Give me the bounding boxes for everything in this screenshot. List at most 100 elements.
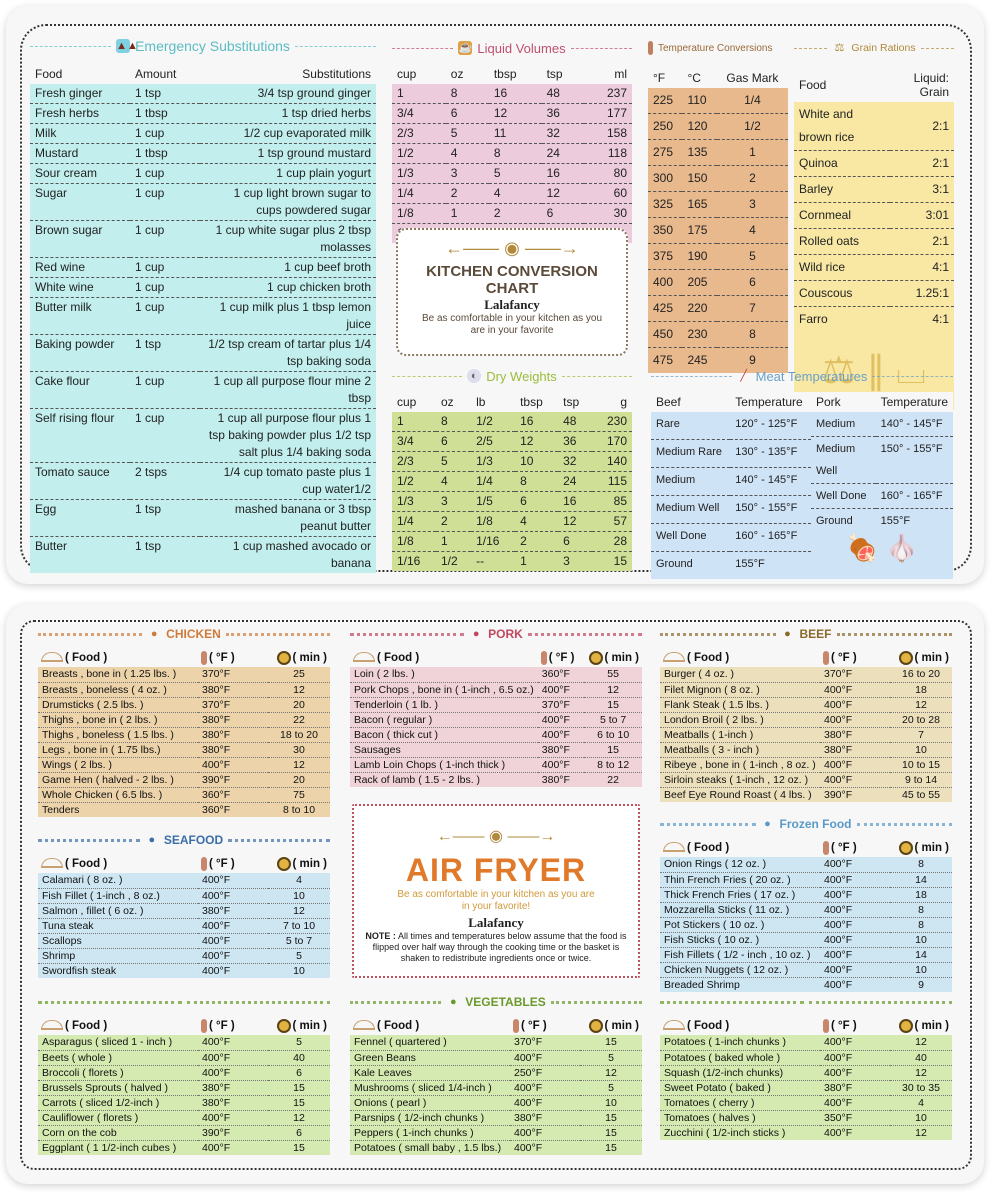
table-cell: 2	[515, 531, 559, 552]
table-cell: 5	[435, 451, 472, 472]
table-row: Tuna steak 400°F 7 to 10	[38, 918, 330, 934]
temp-cell: 400°F	[820, 887, 890, 903]
table-cell: 1.25:1	[890, 280, 954, 307]
table-cell: 48	[541, 84, 584, 104]
temp-cell: 360°F	[537, 667, 585, 683]
food-cell: Thighs , bone in ( 2 lbs. )	[38, 712, 198, 728]
column-header: °F	[653, 71, 666, 85]
table-cell: Well Done	[651, 523, 731, 553]
table-cell: 1/4	[471, 471, 516, 492]
table-cell: 2	[716, 165, 788, 192]
table-row: Legs , bone in ( 1.75 lbs.) 380°F 30	[38, 742, 330, 758]
table-cell: 375	[648, 243, 683, 270]
food-cell: Scallops	[38, 933, 198, 949]
food-cell: Breasts , boneless ( 4 oz. )	[38, 682, 198, 698]
table-cell: 110	[682, 88, 717, 114]
time-cell: 22	[607, 773, 619, 786]
table-cell: Wild rice	[794, 254, 891, 281]
table-row: White and brown rice 2:1	[794, 102, 954, 151]
thermometer-icon	[201, 650, 207, 665]
table-cell: 165	[682, 191, 717, 218]
food-cell: Pork Chops , bone in ( 1-inch , 6.5 oz.)	[350, 682, 538, 698]
temp-cell: 380°F	[541, 773, 570, 786]
section-title-text: VEGETABLES	[465, 995, 546, 1009]
time-cell: 8 to 10	[282, 803, 316, 816]
col-food: Food	[35, 67, 63, 81]
table-row: Meatballs ( 1-inch ) 380°F 7	[660, 727, 952, 743]
food-cell: Chicken Nuggets ( 12 oz. )	[660, 962, 820, 978]
table-row: 450 230 8	[648, 321, 788, 348]
table-cell: 1/5	[471, 491, 516, 512]
cloche-icon	[663, 842, 685, 853]
column-header: Pork	[816, 395, 841, 409]
kitchen-tagline: Be as comfortable in your kitchen as you…	[421, 313, 603, 336]
col-amount: Amount	[135, 67, 177, 81]
food-cell: Bacon ( thick cut )	[350, 727, 538, 743]
table-row: Kale Leaves 250°F 12	[350, 1065, 642, 1081]
table-cell: 225	[648, 88, 683, 114]
temp-cell: 400°F	[514, 1141, 543, 1154]
timer-icon	[588, 650, 603, 665]
section-title-text: CHICKEN	[166, 627, 221, 641]
table-row: Mushrooms ( sliced 1/4-inch ) 400°F 5	[350, 1080, 642, 1096]
food-cell: Onions ( pearl )	[350, 1095, 510, 1111]
temp-cell: 400°F	[820, 962, 890, 978]
table-cell: 2	[445, 183, 489, 204]
timer-icon	[276, 856, 291, 871]
table-row: Whole Chicken ( 6.5 lbs. ) 360°F 75	[38, 787, 330, 803]
table-row: Scallops 400°F 5 to 7	[38, 933, 330, 949]
table-cell: 4:1	[890, 254, 954, 281]
temp-header-text: ( °F )	[209, 1019, 235, 1032]
temp-cell: 400°F	[510, 1125, 580, 1141]
table-cell: 140° - 145°F	[730, 467, 811, 496]
column-header: cup	[397, 395, 417, 409]
table-cell: 150	[682, 165, 717, 192]
table-cell: 3	[435, 491, 472, 512]
table-row: 1/3 3 1/5 6 16 85	[392, 491, 632, 512]
pork-temp-table: Pork Temperature Medium 140° - 145°F Medium …	[811, 392, 953, 533]
dotted-divider	[38, 1000, 182, 1004]
time-cell: 10 to 15	[890, 757, 952, 773]
food-cell: Potatoes ( small baby , 1.5 lbs.)	[354, 1141, 502, 1154]
temp-cell: 400°F	[820, 1095, 890, 1111]
table-cell: 1/8	[392, 203, 446, 224]
table-row: 300 150 2	[648, 165, 788, 192]
table-row: Eggplant ( 1 1/2-inch cubes ) 400°F 15	[38, 1140, 330, 1155]
table-row: Pork Chops , bone in ( 1-inch , 6.5 oz.)…	[350, 682, 642, 698]
time-cell: 12	[580, 1065, 642, 1081]
food-cell: Thick French Fries ( 17 oz. )	[660, 887, 820, 903]
temp-cell: 400°F	[820, 917, 890, 933]
air-fryer-title: AIR FRYER	[354, 852, 638, 889]
temp-header: ( °F )	[510, 1016, 580, 1035]
table-cell: 350	[648, 217, 683, 244]
dry-title: ◐ Dry Weights	[392, 366, 632, 386]
thermometer-icon	[201, 856, 207, 871]
meat-title-text: Meat Temperatures	[755, 368, 868, 384]
food-cell: Ribeye , bone in ( 1-inch , 8 oz. )	[660, 757, 820, 773]
table-cell: 2/3	[392, 123, 446, 144]
beef-section: ● BEEF ( Food ) ( °F ) ( min ) Burger ( 4 oz.…	[660, 624, 953, 802]
table-row: Rolled oats 2:1	[794, 228, 954, 255]
time-cell: 22	[268, 712, 330, 728]
time-cell: 4	[268, 873, 330, 889]
table-row: Cornmeal 3:01	[794, 202, 954, 229]
time-cell: 25	[268, 667, 330, 683]
table-row: Sausages 380°F 15	[350, 742, 642, 758]
time-cell: 10	[580, 1095, 642, 1111]
temp-header-text: ( °F )	[209, 857, 235, 870]
temp-header: ( °F )	[820, 838, 890, 857]
temp-cell: 400°F	[198, 757, 268, 773]
time-cell: 75	[268, 787, 330, 803]
table-cell: 2	[435, 511, 472, 532]
time-cell: 5 to 7	[584, 712, 642, 728]
vegetables-left-section: ( Food ) ( °F ) ( min ) Asparagus ( sliced …	[38, 992, 330, 1155]
air-fryer-mat: ● CHICKEN ( Food ) ( °F ) ( min ) Breasts , b…	[6, 604, 984, 1184]
amount-cell: 1 cup	[130, 297, 200, 335]
table-cell: 1/2	[392, 143, 446, 164]
table-cell: 155°F	[880, 515, 911, 527]
table-cell: 85	[592, 491, 632, 512]
time-cell: 40	[268, 1050, 330, 1066]
food-header: ( Food )	[660, 648, 820, 667]
table-row: Tomatoes ( cherry ) 400°F 4	[660, 1095, 952, 1111]
temp-cell: 400°F	[820, 872, 890, 888]
